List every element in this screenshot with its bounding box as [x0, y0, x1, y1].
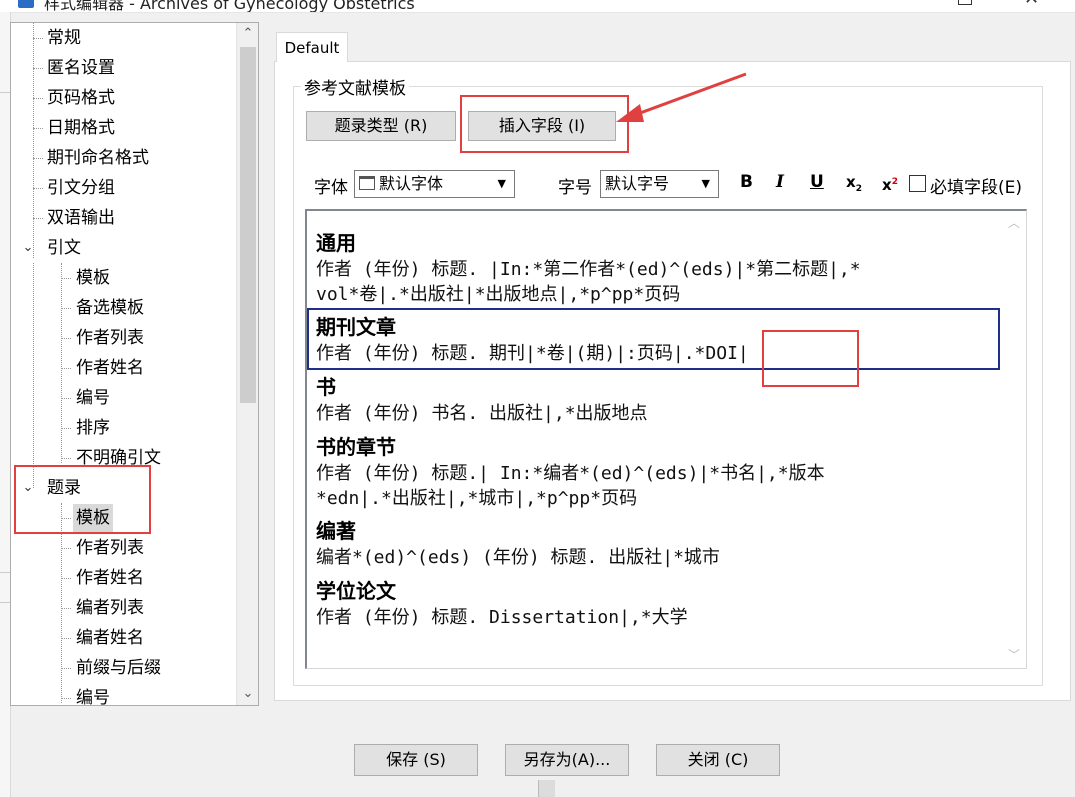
template-name: 通用: [316, 231, 356, 255]
tree-item-citation[interactable]: 引文: [44, 234, 84, 262]
tree-item[interactable]: 模板: [73, 264, 113, 292]
maximize-icon[interactable]: [958, 0, 972, 5]
size-label: 字号: [558, 178, 592, 198]
tree-scrollbar[interactable]: ⌃ ⌄: [236, 23, 258, 705]
template-name: 学位论文: [316, 579, 396, 603]
settings-tree[interactable]: 常规 匿名设置 页码格式 日期格式 期刊命名格式 引文分组 双语输出 ⌄ 引文 …: [10, 22, 259, 706]
dropdown-arrow-icon: ▼: [701, 177, 710, 190]
tree-guide: [61, 263, 62, 463]
app-icon: [18, 0, 34, 8]
tree-item[interactable]: 编者姓名: [73, 624, 147, 652]
tree-item[interactable]: 作者姓名: [73, 564, 147, 592]
group-title: 参考文献模板: [301, 74, 409, 99]
close-button[interactable]: 关闭 (C): [656, 744, 780, 776]
tree-item[interactable]: 排序: [73, 414, 113, 442]
required-label: 必填字段(E): [930, 178, 1023, 198]
chevron-down-icon[interactable]: ﹀: [1002, 643, 1026, 667]
ref-type-button[interactable]: 题录类型 (R): [306, 111, 456, 141]
size-combo[interactable]: 默认字号 ▼: [600, 170, 719, 198]
font-icon: [359, 176, 375, 190]
required-checkbox[interactable]: [909, 175, 926, 192]
editor-scrollbar[interactable]: ︿ ﹀: [1002, 211, 1026, 667]
template-line[interactable]: 作者 (年份) 标题.| In:*编者*(ed)^(eds)|*书名|,*版本: [316, 459, 825, 485]
background-window-edge: [538, 780, 555, 797]
template-line[interactable]: 编者*(ed)^(eds) (年份) 标题. 出版社|*城市: [316, 543, 720, 569]
chevron-up-icon[interactable]: ⌃: [237, 23, 258, 45]
subscript-button[interactable]: x2: [846, 170, 862, 201]
tree-item[interactable]: 编者列表: [73, 594, 147, 622]
chevron-up-icon[interactable]: ︿: [1002, 211, 1026, 235]
tree-item[interactable]: 作者列表: [73, 324, 147, 352]
chevron-down-icon[interactable]: ⌄: [21, 241, 35, 255]
annotation-box: [460, 95, 629, 153]
save-button[interactable]: 保存 (S): [354, 744, 478, 776]
tree-item[interactable]: 页码格式: [44, 84, 118, 112]
template-line[interactable]: *edn|.*出版社|,*城市|,*p^pp*页码: [316, 484, 637, 510]
tree-item[interactable]: 期刊命名格式: [44, 144, 152, 172]
annotation-arrow-icon: [616, 72, 747, 122]
title-bar: 样式编辑器 - Archives of Gynecology Obstetric…: [0, 0, 1075, 13]
scrollbar-thumb[interactable]: [240, 47, 256, 403]
tree-item[interactable]: 双语输出: [44, 204, 118, 232]
tree-item[interactable]: 常规: [44, 24, 84, 52]
tree-item[interactable]: 日期格式: [44, 114, 118, 142]
template-line[interactable]: 作者 (年份) 标题. |In:*第二作者*(ed)^(eds)|*第二标题|,…: [316, 255, 861, 281]
selection-highlight: [307, 308, 1000, 370]
bold-button[interactable]: B: [740, 170, 753, 194]
template-line[interactable]: 作者 (年份) 标题. Dissertation|,*大学: [316, 603, 688, 629]
tree-guide: [33, 23, 34, 258]
template-line[interactable]: vol*卷|.*出版社|*出版地点|,*p^pp*页码: [316, 280, 680, 306]
tree-item[interactable]: 编号: [73, 384, 113, 412]
font-label: 字体: [314, 178, 348, 198]
tree-item[interactable]: 匿名设置: [44, 54, 118, 82]
superscript-button[interactable]: x2: [882, 170, 898, 197]
annotation-box: [762, 330, 859, 387]
italic-button[interactable]: I: [776, 170, 784, 194]
dropdown-arrow-icon: ▼: [497, 177, 506, 190]
tree-item[interactable]: 作者姓名: [73, 354, 147, 382]
tree-guide: [33, 263, 34, 488]
template-name: 书的章节: [316, 435, 396, 459]
save-as-button[interactable]: 另存为(A)...: [505, 744, 629, 776]
template-line[interactable]: 作者 (年份) 书名. 出版社|,*出版地点: [316, 399, 648, 425]
tree-item[interactable]: 作者列表: [73, 534, 147, 562]
font-combo[interactable]: 默认字体 ▼: [354, 170, 515, 198]
tree-item[interactable]: 引文分组: [44, 174, 118, 202]
template-name: 编著: [316, 519, 356, 543]
window-title: 样式编辑器 - Archives of Gynecology Obstetric…: [44, 0, 415, 13]
underline-button[interactable]: U: [810, 170, 824, 194]
template-name: 书: [316, 375, 336, 399]
tab-default[interactable]: Default: [276, 32, 348, 62]
annotation-box: [14, 465, 151, 534]
chevron-down-icon[interactable]: ⌄: [237, 683, 258, 705]
close-icon[interactable]: ✕: [1024, 0, 1039, 9]
tree-item[interactable]: 编号: [73, 684, 113, 705]
tree-item[interactable]: 前缀与后缀: [73, 654, 164, 682]
tree-item[interactable]: 备选模板: [73, 294, 147, 322]
